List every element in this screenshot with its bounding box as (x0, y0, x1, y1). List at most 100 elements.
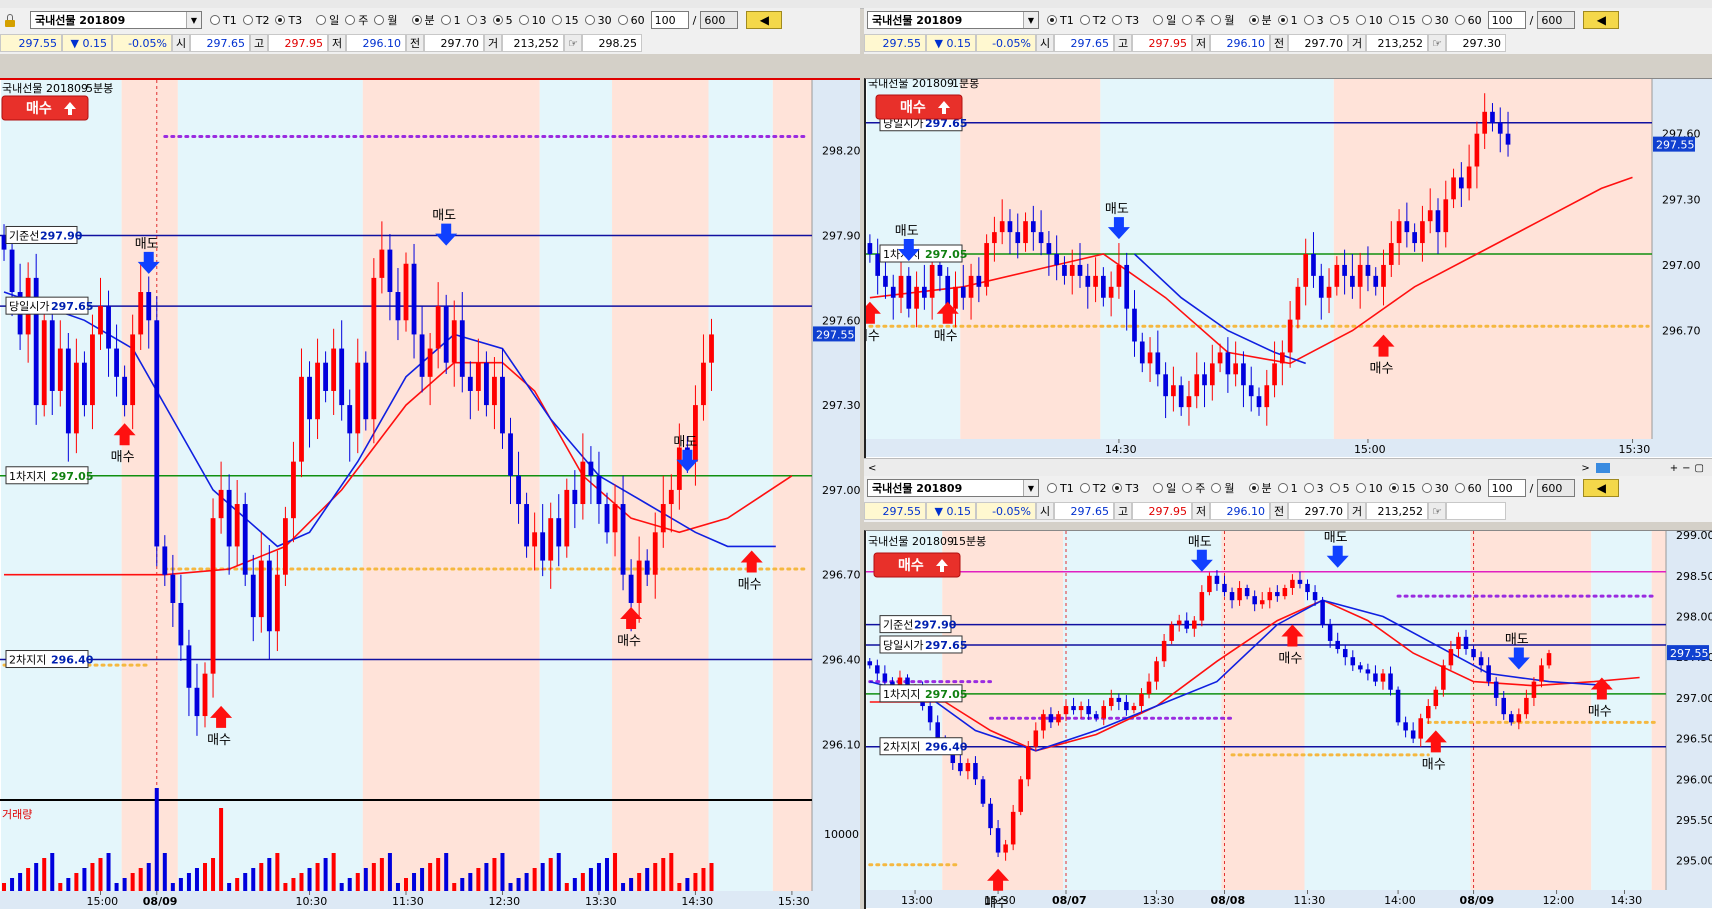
period-radio-분[interactable]: 분 (1248, 12, 1272, 28)
radio-circle-icon[interactable] (1079, 483, 1090, 493)
period-radio-1[interactable]: 1 (440, 12, 461, 28)
period-radio-60[interactable]: 60 (1454, 480, 1482, 496)
period-radio-15[interactable]: 15 (1388, 480, 1416, 496)
radio-circle-icon[interactable] (316, 15, 327, 25)
chart-pane-5min[interactable]: 298.20 297.90 297.60 297.30 297.00 296.70 296.… (0, 78, 860, 909)
radio-circle-icon[interactable] (1277, 483, 1288, 493)
period-radio-30[interactable]: 30 (1421, 12, 1449, 28)
count-input[interactable]: 100 (1487, 479, 1526, 497)
period-radio-T2[interactable]: T2 (242, 12, 269, 28)
symbol-combo[interactable]: 국내선물 201809 ▼ (30, 11, 202, 29)
radio-circle-icon[interactable] (345, 15, 356, 25)
period-radio-5[interactable]: 5 (1329, 12, 1350, 28)
back-arrow-button[interactable]: ◀ (1583, 479, 1620, 497)
period-radio-60[interactable]: 60 (617, 12, 645, 28)
radio-circle-icon[interactable] (1182, 15, 1193, 25)
radio-circle-icon[interactable] (1112, 483, 1123, 493)
period-radio-일[interactable]: 일 (1153, 480, 1176, 496)
scroll-right-icon[interactable]: > (1581, 463, 1589, 474)
period-radio-T2[interactable]: T2 (1079, 480, 1106, 496)
radio-circle-icon[interactable] (1211, 15, 1222, 25)
chart-15min-svg[interactable]: 299.00298.50298.00297.50297.00296.50296.… (866, 531, 1712, 909)
chart-pane-1min[interactable]: 297.60 297.30 297.00 296.70 14:30 15:00 15:30 당… (864, 78, 1712, 458)
radio-circle-icon[interactable] (1355, 483, 1366, 493)
buy-button[interactable]: 매수 (1, 95, 89, 121)
period-radio-주[interactable]: 주 (1182, 480, 1205, 496)
radio-circle-icon[interactable] (1153, 483, 1164, 493)
period-radio-5[interactable]: 5 (1329, 480, 1350, 496)
period-radio-월[interactable]: 월 (1211, 480, 1235, 496)
chart-pane-15min[interactable]: 299.00298.50298.00297.50297.00296.50296.… (864, 530, 1712, 909)
period-radio-15[interactable]: 15 (1388, 12, 1416, 28)
radio-circle-icon[interactable] (1388, 15, 1399, 25)
period-radio-T1[interactable]: T1 (1047, 12, 1074, 28)
period-radio-10[interactable]: 10 (1355, 12, 1383, 28)
period-radio-10[interactable]: 10 (1355, 480, 1383, 496)
zoom-slider-thumb[interactable] (1595, 463, 1610, 473)
radio-circle-icon[interactable] (1454, 483, 1465, 493)
period-radio-분[interactable]: 분 (411, 12, 435, 28)
radio-circle-icon[interactable] (518, 15, 529, 25)
count-input[interactable]: 100 (650, 11, 689, 29)
max-count-input[interactable]: 600 (1537, 11, 1576, 29)
count-input[interactable]: 100 (1487, 11, 1526, 29)
period-radio-주[interactable]: 주 (1182, 12, 1205, 28)
period-radio-분[interactable]: 분 (1248, 480, 1272, 496)
period-radio-T2[interactable]: T2 (1079, 12, 1106, 28)
symbol-combo[interactable]: 국내선물 201809 ▼ (867, 479, 1039, 497)
period-radio-3[interactable]: 3 (1303, 480, 1324, 496)
back-arrow-button[interactable]: ◀ (1583, 11, 1620, 29)
period-radio-10[interactable]: 10 (518, 12, 546, 28)
period-radio-30[interactable]: 30 (1421, 480, 1449, 496)
chevron-down-icon[interactable]: ▼ (1023, 480, 1038, 496)
period-radio-1[interactable]: 1 (1277, 480, 1298, 496)
radio-circle-icon[interactable] (584, 15, 595, 25)
radio-circle-icon[interactable] (1182, 483, 1193, 493)
period-radio-T3[interactable]: T3 (275, 12, 302, 28)
max-count-input[interactable]: 600 (1537, 479, 1576, 497)
radio-circle-icon[interactable] (1248, 15, 1259, 25)
window-icon[interactable]: ▢ (1695, 463, 1704, 474)
radio-circle-icon[interactable] (1047, 15, 1057, 25)
radio-circle-icon[interactable] (1153, 15, 1164, 25)
period-radio-T1[interactable]: T1 (1047, 480, 1074, 496)
period-radio-3[interactable]: 3 (1303, 12, 1324, 28)
symbol-combo[interactable]: 국내선물 201809 ▼ (867, 11, 1039, 29)
radio-circle-icon[interactable] (1047, 483, 1057, 493)
radio-circle-icon[interactable] (1421, 483, 1432, 493)
period-radio-일[interactable]: 일 (1153, 12, 1176, 28)
period-radio-월[interactable]: 월 (1211, 12, 1235, 28)
period-radio-5[interactable]: 5 (492, 12, 513, 28)
horizontal-scrollbar[interactable]: < > + − ▢ (864, 458, 1712, 477)
period-radio-60[interactable]: 60 (1454, 12, 1482, 28)
radio-circle-icon[interactable] (1303, 483, 1314, 493)
radio-circle-icon[interactable] (1329, 483, 1340, 493)
chart-5min-svg[interactable]: 298.20 297.90 297.60 297.30 297.00 296.70 296.… (0, 80, 860, 909)
period-radio-1[interactable]: 1 (1277, 12, 1298, 28)
radio-circle-icon[interactable] (1454, 15, 1465, 25)
radio-circle-icon[interactable] (440, 15, 451, 25)
period-radio-주[interactable]: 주 (345, 12, 368, 28)
period-radio-일[interactable]: 일 (316, 12, 339, 28)
radio-circle-icon[interactable] (242, 15, 253, 25)
max-count-input[interactable]: 600 (700, 11, 739, 29)
radio-circle-icon[interactable] (551, 15, 562, 25)
period-radio-T1[interactable]: T1 (210, 12, 237, 28)
zoom-in-icon[interactable]: + (1670, 463, 1678, 474)
radio-circle-icon[interactable] (411, 15, 422, 25)
radio-circle-icon[interactable] (1248, 483, 1259, 493)
radio-circle-icon[interactable] (1079, 15, 1090, 25)
buy-button[interactable]: 매수 (875, 94, 963, 120)
period-radio-3[interactable]: 3 (466, 12, 487, 28)
radio-circle-icon[interactable] (466, 15, 477, 25)
radio-circle-icon[interactable] (492, 15, 503, 25)
radio-circle-icon[interactable] (374, 15, 385, 25)
period-radio-15[interactable]: 15 (551, 12, 579, 28)
radio-circle-icon[interactable] (1388, 483, 1399, 493)
radio-circle-icon[interactable] (1112, 15, 1123, 25)
radio-circle-icon[interactable] (1303, 15, 1314, 25)
chevron-down-icon[interactable]: ▼ (186, 12, 201, 28)
radio-circle-icon[interactable] (1355, 15, 1366, 25)
period-radio-월[interactable]: 월 (374, 12, 398, 28)
scroll-left-icon[interactable]: < (868, 463, 876, 474)
